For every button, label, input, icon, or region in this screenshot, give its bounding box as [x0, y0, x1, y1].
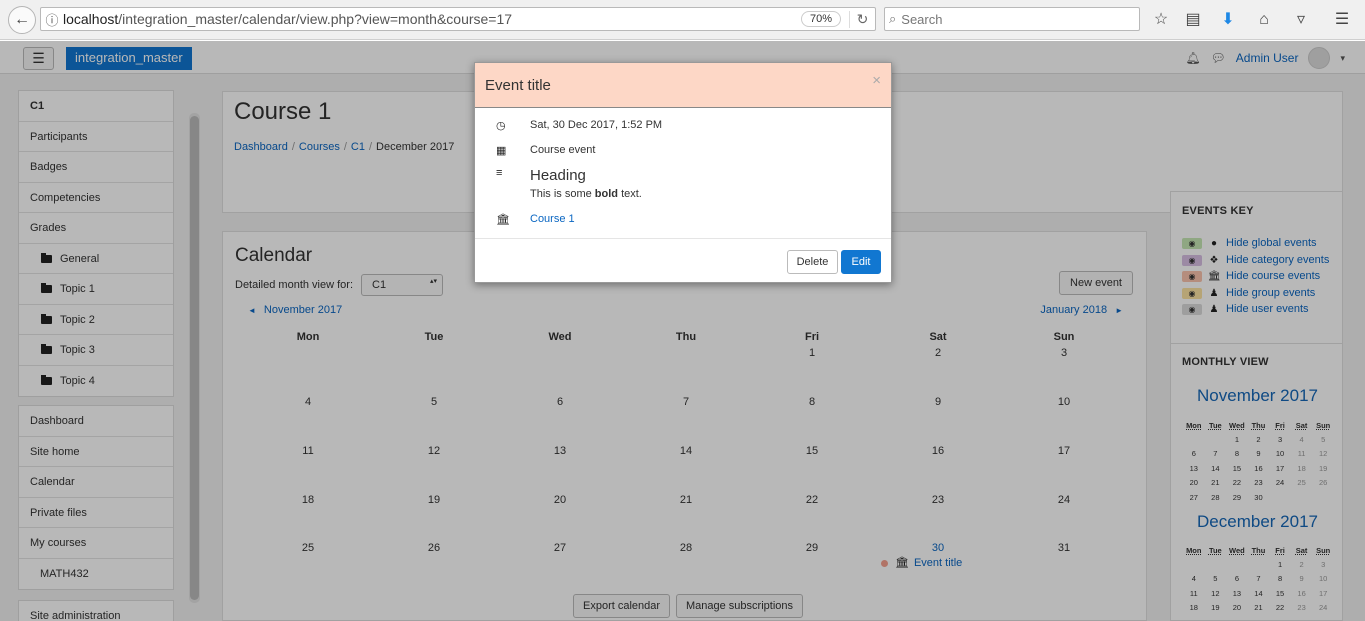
event-course-row: 🏛︎ Course 1: [496, 213, 575, 226]
course-icon: 🏛︎: [496, 214, 510, 226]
browser-search-input[interactable]: ⌕ Search: [884, 7, 1140, 31]
event-date: Sat, 30 Dec 2017, 1:52 PM: [530, 119, 663, 131]
info-icon[interactable]: ⓘ: [41, 10, 63, 29]
description-text: This is some bold text.: [530, 188, 642, 200]
modal-footer: Delete Edit: [475, 238, 891, 283]
edit-button[interactable]: Edit: [841, 250, 881, 274]
clock-icon: ◷: [496, 120, 506, 132]
search-icon: ⌕: [889, 11, 897, 26]
description-heading: Heading: [530, 167, 586, 184]
url-text: localhost/integration_master/calendar/vi…: [63, 11, 513, 27]
pocket-icon[interactable]: ▿: [1290, 9, 1312, 31]
url-bar[interactable]: ⓘ localhost/integration_master/calendar/…: [40, 7, 876, 31]
zoom-indicator[interactable]: 70%: [800, 11, 841, 27]
delete-button[interactable]: Delete: [787, 250, 838, 274]
reading-list-icon[interactable]: ▤: [1182, 9, 1204, 31]
reload-icon[interactable]: ↻: [849, 10, 875, 28]
event-course-link[interactable]: Course 1: [530, 213, 575, 225]
menu-icon[interactable]: ☰: [1331, 9, 1353, 31]
event-type-row: ▦ Course event: [496, 144, 595, 157]
download-icon[interactable]: ⬇: [1217, 9, 1239, 31]
align-left-icon: ≡: [496, 167, 503, 179]
calendar-icon: ▦: [496, 145, 507, 157]
event-description-row: ≡ Heading This is some bold text.: [496, 167, 642, 200]
home-icon[interactable]: ⌂: [1253, 9, 1275, 31]
modal-title: Event title: [485, 77, 551, 94]
browser-toolbar: ← ⓘ localhost/integration_master/calenda…: [0, 0, 1365, 40]
close-icon[interactable]: ×: [872, 72, 881, 89]
star-icon[interactable]: ☆: [1150, 9, 1172, 31]
event-type: Course event: [530, 144, 596, 156]
back-arrow-icon[interactable]: ←: [8, 6, 36, 34]
event-date-row: ◷ Sat, 30 Dec 2017, 1:52 PM: [496, 119, 662, 132]
event-modal: Event title × ◷ Sat, 30 Dec 2017, 1:52 PM…: [474, 62, 892, 283]
search-placeholder: Search: [901, 11, 943, 27]
modal-header: Event title ×: [475, 63, 891, 108]
